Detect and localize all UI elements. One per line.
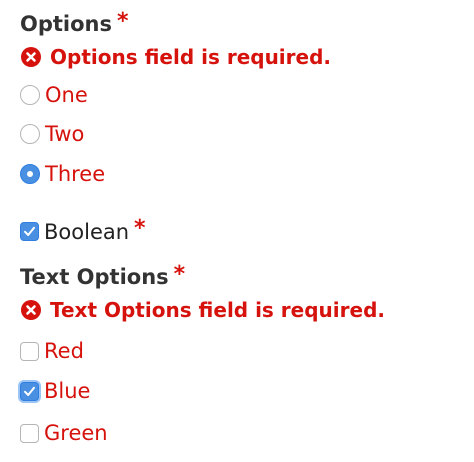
checkbox-option-label: Green: [44, 421, 108, 445]
radio-option-three[interactable]: Three: [20, 162, 105, 186]
checkbox-option-red[interactable]: Red: [20, 339, 84, 363]
required-marker: *: [117, 9, 129, 34]
form: Options * Options field is required. One …: [0, 0, 474, 462]
radio-button-selected[interactable]: [20, 164, 40, 184]
checkbox[interactable]: [20, 341, 39, 361]
checkmark-icon: [24, 386, 35, 396]
options-error-message: Options field is required.: [21, 45, 331, 69]
required-marker: *: [134, 216, 146, 241]
checkbox-option-blue[interactable]: Blue: [20, 379, 90, 403]
checkbox-option-green[interactable]: Green: [20, 421, 108, 445]
boolean-field[interactable]: Boolean *: [20, 216, 146, 244]
checkbox-option-label: Blue: [44, 379, 91, 403]
checkbox-option-label: Red: [44, 339, 84, 363]
options-error-text: Options field is required.: [50, 45, 332, 69]
radio-option-one[interactable]: One: [20, 83, 88, 107]
radio-option-label: Two: [45, 122, 85, 146]
text-options-label: Text Options *: [20, 262, 186, 290]
text-options-error-message: Text Options field is required.: [21, 298, 385, 322]
boolean-label: Boolean: [44, 219, 130, 244]
text-options-label-text: Text Options: [20, 265, 169, 289]
error-icon: [21, 300, 41, 320]
radio-option-two[interactable]: Two: [20, 122, 84, 146]
radio-option-label: One: [45, 83, 88, 107]
options-label: Options *: [20, 9, 129, 37]
radio-option-label: Three: [45, 162, 106, 186]
required-marker: *: [173, 262, 186, 287]
error-icon: [21, 47, 41, 67]
text-options-error-text: Text Options field is required.: [50, 298, 385, 322]
boolean-checkbox[interactable]: [20, 222, 39, 241]
radio-button[interactable]: [20, 124, 40, 144]
options-label-text: Options: [20, 12, 112, 36]
radio-button[interactable]: [20, 85, 40, 105]
checkbox-checked[interactable]: [20, 381, 39, 401]
checkbox[interactable]: [20, 423, 39, 443]
checkmark-icon: [24, 226, 35, 236]
